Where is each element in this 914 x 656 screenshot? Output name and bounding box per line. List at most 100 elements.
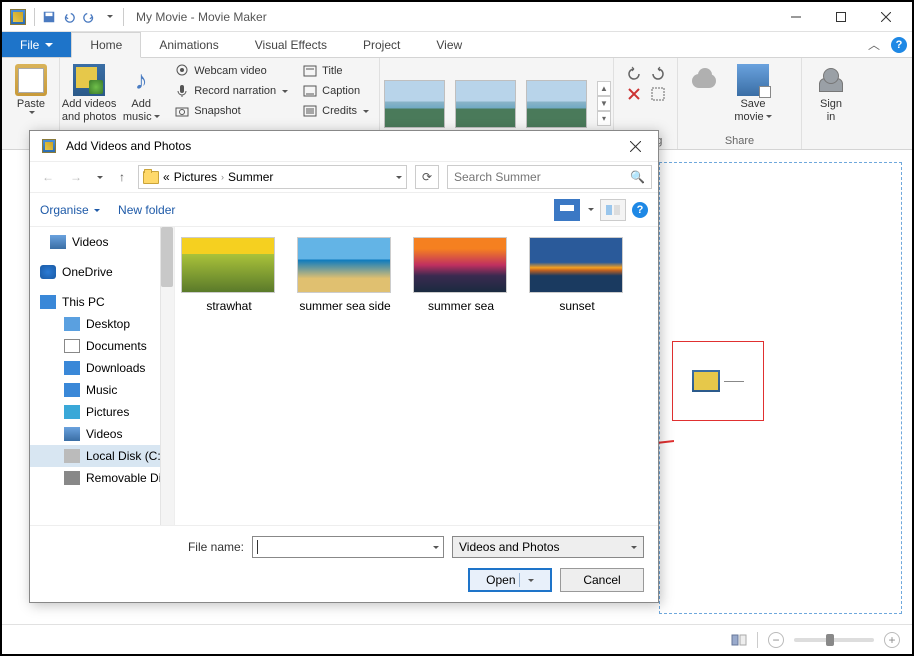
theme-preview[interactable]: [526, 80, 587, 128]
tree-item-pictures[interactable]: Pictures: [30, 401, 174, 423]
caption-button[interactable]: Caption: [298, 82, 373, 100]
theme-scroll[interactable]: ▲▼▾: [597, 81, 611, 126]
file-type-label: Videos and Photos: [459, 540, 560, 554]
collapse-ribbon-button[interactable]: ︿: [862, 32, 886, 57]
forward-button[interactable]: →: [64, 165, 88, 189]
file-name-input[interactable]: [257, 540, 431, 554]
new-folder-button[interactable]: New folder: [118, 203, 175, 217]
file-name-dropdown[interactable]: [431, 540, 439, 554]
dialog-titlebar: Add Videos and Photos: [30, 131, 658, 161]
title-icon: [302, 63, 318, 79]
view-dropdown[interactable]: [588, 208, 594, 211]
file-name-label: File name:: [188, 540, 244, 554]
breadcrumb[interactable]: « Pictures › Summer: [138, 165, 407, 189]
dialog-close-button[interactable]: [620, 134, 650, 158]
paste-icon: [15, 64, 47, 96]
thumbnail: [181, 237, 275, 293]
thumbnail: [413, 237, 507, 293]
placeholder-line: [724, 381, 744, 382]
upload-button[interactable]: [684, 62, 724, 100]
snapshot-button[interactable]: Snapshot: [170, 102, 292, 120]
thumbnail: [297, 237, 391, 293]
dialog-toolbar: Organise New folder ?: [30, 193, 658, 227]
qat-dropdown[interactable]: [99, 7, 119, 27]
rotate-right-icon[interactable]: [650, 66, 666, 82]
close-button[interactable]: [863, 3, 908, 31]
credits-button[interactable]: Credits: [298, 102, 373, 120]
file-dialog: Add Videos and Photos ← → ↑ « Pictures ›…: [29, 130, 659, 603]
file-item[interactable]: sunset: [529, 237, 625, 313]
chevron-right-icon: ›: [221, 172, 224, 182]
up-button[interactable]: ↑: [110, 165, 134, 189]
breadcrumb-item[interactable]: Summer: [228, 170, 273, 184]
tree-item-removable-disk[interactable]: Removable Disk: [30, 467, 174, 489]
recent-dropdown[interactable]: [92, 165, 106, 189]
rotate-left-icon[interactable]: [626, 66, 642, 82]
save-movie-button[interactable]: Save movie: [730, 62, 776, 125]
separator: [123, 8, 124, 26]
breadcrumb-root[interactable]: «: [163, 170, 170, 184]
sign-in-button[interactable]: Sign in: [808, 62, 854, 125]
microphone-icon: [174, 83, 190, 99]
refresh-button[interactable]: ⟳: [415, 165, 439, 189]
maximize-button[interactable]: [818, 3, 863, 31]
zoom-slider[interactable]: [794, 638, 874, 642]
file-name: summer sea: [413, 299, 509, 313]
tree-item-downloads[interactable]: Downloads: [30, 357, 174, 379]
file-item[interactable]: strawhat: [181, 237, 277, 313]
select-all-icon[interactable]: [650, 86, 666, 102]
tree-item-desktop[interactable]: Desktop: [30, 313, 174, 335]
zoom-in-button[interactable]: +: [884, 632, 900, 648]
tab-visual-effects[interactable]: Visual Effects: [237, 32, 345, 57]
search-input[interactable]: [454, 170, 630, 184]
view-mode-button[interactable]: [554, 199, 580, 221]
dialog-help-button[interactable]: ?: [632, 202, 648, 218]
tab-home[interactable]: Home: [71, 32, 141, 58]
breadcrumb-item[interactable]: Pictures: [174, 170, 217, 184]
tree-scrollbar[interactable]: [160, 227, 174, 525]
paste-button[interactable]: Paste: [8, 62, 54, 116]
tree-item-music[interactable]: Music: [30, 379, 174, 401]
tree-item-onedrive[interactable]: OneDrive: [30, 261, 174, 283]
file-item[interactable]: summer sea: [413, 237, 509, 313]
tree-item-videos2[interactable]: Videos: [30, 423, 174, 445]
help-button[interactable]: ?: [886, 32, 912, 57]
tree-item-documents[interactable]: Documents: [30, 335, 174, 357]
add-music-button[interactable]: Add music: [118, 62, 164, 125]
breadcrumb-dropdown[interactable]: [396, 176, 402, 179]
undo-button[interactable]: [59, 7, 79, 27]
theme-preview[interactable]: [384, 80, 445, 128]
tab-project[interactable]: Project: [345, 32, 418, 57]
title-button[interactable]: Title: [298, 62, 373, 80]
theme-preview[interactable]: [455, 80, 516, 128]
organise-menu[interactable]: Organise: [40, 203, 100, 217]
webcam-video-button[interactable]: Webcam video: [170, 62, 292, 80]
search-box[interactable]: 🔍: [447, 165, 652, 189]
open-button[interactable]: Open: [468, 568, 552, 592]
file-name-field[interactable]: [252, 536, 444, 558]
storyboard[interactable]: [659, 162, 902, 614]
preview-pane-button[interactable]: [600, 199, 626, 221]
redo-button[interactable]: [79, 7, 99, 27]
tab-animations[interactable]: Animations: [141, 32, 236, 57]
add-videos-photos-button[interactable]: Add videos and photos: [66, 62, 112, 125]
file-item[interactable]: summer sea side: [297, 237, 393, 313]
file-name: sunset: [529, 299, 625, 313]
minimize-button[interactable]: [773, 3, 818, 31]
view-toggle-icon[interactable]: [731, 632, 747, 648]
delete-icon[interactable]: [626, 86, 642, 102]
cancel-button[interactable]: Cancel: [560, 568, 644, 592]
window-title: My Movie - Movie Maker: [136, 10, 267, 24]
tree-item-videos[interactable]: Videos: [30, 231, 174, 253]
tree-item-this-pc[interactable]: This PC: [30, 291, 174, 313]
nav-tree: Videos OneDrive This PC Desktop Document…: [30, 227, 175, 525]
file-type-select[interactable]: Videos and Photos: [452, 536, 644, 558]
file-tab[interactable]: File: [2, 32, 71, 57]
record-narration-button[interactable]: Record narration: [170, 82, 292, 100]
zoom-out-button[interactable]: −: [768, 632, 784, 648]
back-button[interactable]: ←: [36, 165, 60, 189]
tab-view[interactable]: View: [418, 32, 480, 57]
tree-item-local-disk[interactable]: Local Disk (C:): [30, 445, 174, 467]
save-qat-button[interactable]: [39, 7, 59, 27]
drop-target[interactable]: [672, 341, 764, 421]
